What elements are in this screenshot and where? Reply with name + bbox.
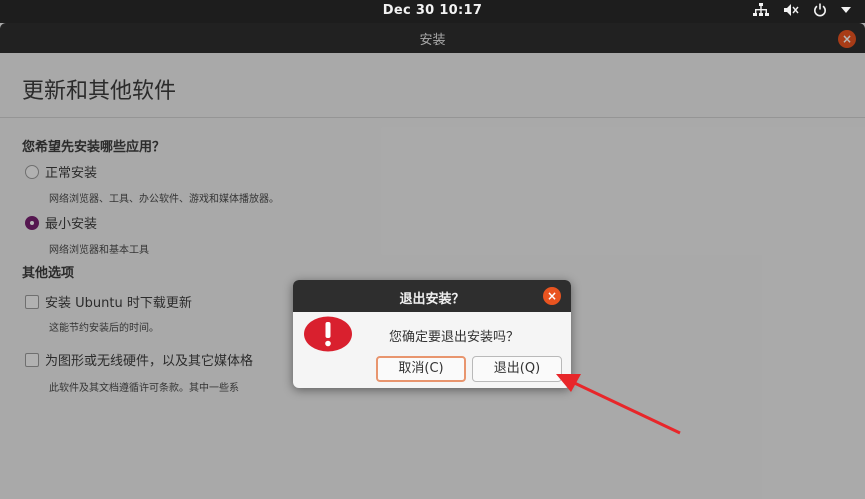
- dialog-header: 退出安装？ ×: [293, 280, 571, 312]
- error-icon: [303, 316, 353, 352]
- dialog-close-button[interactable]: ×: [543, 287, 561, 305]
- volume-muted-icon[interactable]: [783, 3, 799, 17]
- quit-dialog: 退出安装？ × 您确定要退出安装吗？ 取消(C) 退出(Q): [293, 280, 571, 388]
- network-icon[interactable]: [753, 3, 769, 17]
- cancel-button[interactable]: 取消(C): [376, 356, 466, 382]
- dialog-title: 退出安装？: [399, 292, 465, 307]
- power-icon[interactable]: [813, 3, 827, 17]
- top-bar: Dec 30 10:17: [0, 0, 865, 23]
- clock[interactable]: Dec 30 10:17: [0, 3, 865, 18]
- modal-backdrop: [0, 23, 865, 499]
- dialog-message: 您确定要退出安装吗？: [389, 330, 520, 345]
- menu-arrow-icon[interactable]: [841, 6, 851, 14]
- quit-button[interactable]: 退出(Q): [472, 356, 562, 382]
- system-tray[interactable]: [753, 3, 851, 17]
